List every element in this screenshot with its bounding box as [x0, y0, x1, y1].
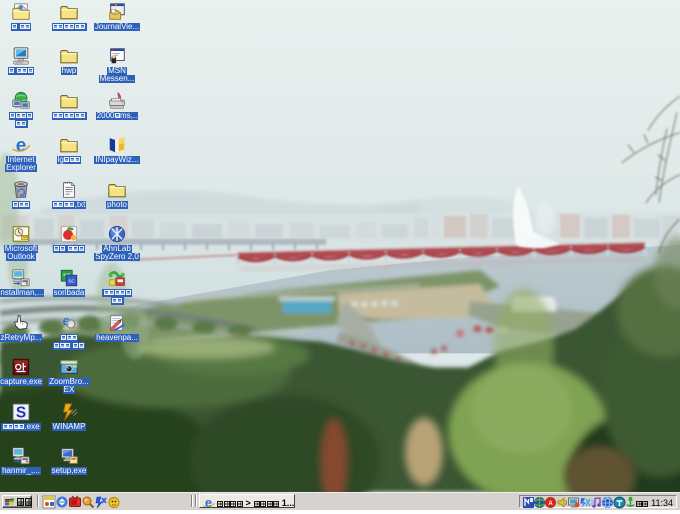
svg-text:S: S — [16, 404, 26, 421]
svg-text:A: A — [548, 501, 553, 507]
svg-text:e: e — [16, 135, 27, 155]
svg-text:SC: SC — [68, 279, 75, 284]
